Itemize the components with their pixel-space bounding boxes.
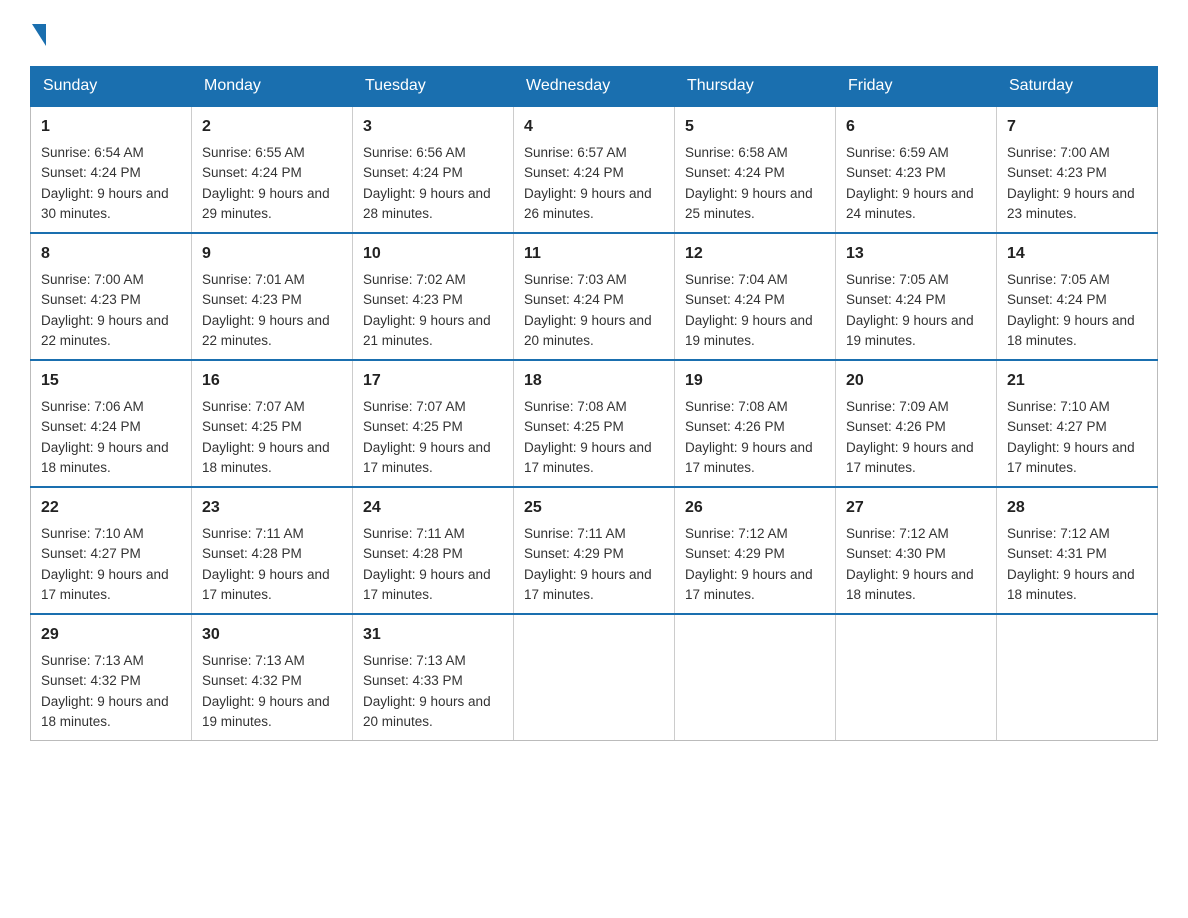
calendar-cell: 21Sunrise: 7:10 AMSunset: 4:27 PMDayligh… [997,360,1158,487]
day-number: 3 [363,115,503,139]
day-number: 20 [846,369,986,393]
day-number: 16 [202,369,342,393]
logo [30,20,46,46]
page-header [30,20,1158,46]
calendar-cell: 7Sunrise: 7:00 AMSunset: 4:23 PMDaylight… [997,106,1158,233]
calendar-cell: 20Sunrise: 7:09 AMSunset: 4:26 PMDayligh… [836,360,997,487]
calendar-week-row: 22Sunrise: 7:10 AMSunset: 4:27 PMDayligh… [31,487,1158,614]
day-number: 1 [41,115,181,139]
logo-arrow-icon [32,24,46,46]
calendar-cell: 12Sunrise: 7:04 AMSunset: 4:24 PMDayligh… [675,233,836,360]
calendar-cell [514,614,675,741]
calendar-week-row: 15Sunrise: 7:06 AMSunset: 4:24 PMDayligh… [31,360,1158,487]
calendar-cell: 30Sunrise: 7:13 AMSunset: 4:32 PMDayligh… [192,614,353,741]
calendar-cell: 29Sunrise: 7:13 AMSunset: 4:32 PMDayligh… [31,614,192,741]
day-number: 7 [1007,115,1147,139]
calendar-cell: 5Sunrise: 6:58 AMSunset: 4:24 PMDaylight… [675,106,836,233]
header-wednesday: Wednesday [514,67,675,107]
calendar-cell [675,614,836,741]
calendar-cell: 24Sunrise: 7:11 AMSunset: 4:28 PMDayligh… [353,487,514,614]
day-number: 25 [524,496,664,520]
calendar-cell: 25Sunrise: 7:11 AMSunset: 4:29 PMDayligh… [514,487,675,614]
header-saturday: Saturday [997,67,1158,107]
day-number: 19 [685,369,825,393]
calendar-cell: 14Sunrise: 7:05 AMSunset: 4:24 PMDayligh… [997,233,1158,360]
calendar-week-row: 8Sunrise: 7:00 AMSunset: 4:23 PMDaylight… [31,233,1158,360]
day-number: 9 [202,242,342,266]
day-number: 15 [41,369,181,393]
calendar-cell: 1Sunrise: 6:54 AMSunset: 4:24 PMDaylight… [31,106,192,233]
calendar-cell: 26Sunrise: 7:12 AMSunset: 4:29 PMDayligh… [675,487,836,614]
day-number: 27 [846,496,986,520]
day-number: 11 [524,242,664,266]
calendar-cell: 23Sunrise: 7:11 AMSunset: 4:28 PMDayligh… [192,487,353,614]
calendar-cell: 11Sunrise: 7:03 AMSunset: 4:24 PMDayligh… [514,233,675,360]
day-number: 18 [524,369,664,393]
calendar-table: SundayMondayTuesdayWednesdayThursdayFrid… [30,66,1158,741]
calendar-cell: 27Sunrise: 7:12 AMSunset: 4:30 PMDayligh… [836,487,997,614]
calendar-cell: 13Sunrise: 7:05 AMSunset: 4:24 PMDayligh… [836,233,997,360]
calendar-cell: 3Sunrise: 6:56 AMSunset: 4:24 PMDaylight… [353,106,514,233]
calendar-cell [836,614,997,741]
calendar-week-row: 1Sunrise: 6:54 AMSunset: 4:24 PMDaylight… [31,106,1158,233]
calendar-cell: 8Sunrise: 7:00 AMSunset: 4:23 PMDaylight… [31,233,192,360]
calendar-week-row: 29Sunrise: 7:13 AMSunset: 4:32 PMDayligh… [31,614,1158,741]
day-number: 28 [1007,496,1147,520]
calendar-cell: 9Sunrise: 7:01 AMSunset: 4:23 PMDaylight… [192,233,353,360]
header-sunday: Sunday [31,67,192,107]
calendar-cell: 18Sunrise: 7:08 AMSunset: 4:25 PMDayligh… [514,360,675,487]
header-tuesday: Tuesday [353,67,514,107]
day-number: 10 [363,242,503,266]
day-number: 31 [363,623,503,647]
calendar-cell: 6Sunrise: 6:59 AMSunset: 4:23 PMDaylight… [836,106,997,233]
calendar-cell: 4Sunrise: 6:57 AMSunset: 4:24 PMDaylight… [514,106,675,233]
calendar-cell: 16Sunrise: 7:07 AMSunset: 4:25 PMDayligh… [192,360,353,487]
calendar-cell: 22Sunrise: 7:10 AMSunset: 4:27 PMDayligh… [31,487,192,614]
day-number: 24 [363,496,503,520]
day-number: 4 [524,115,664,139]
header-thursday: Thursday [675,67,836,107]
day-number: 8 [41,242,181,266]
day-number: 29 [41,623,181,647]
header-friday: Friday [836,67,997,107]
day-number: 23 [202,496,342,520]
day-number: 2 [202,115,342,139]
day-number: 6 [846,115,986,139]
day-number: 12 [685,242,825,266]
day-number: 13 [846,242,986,266]
calendar-cell: 10Sunrise: 7:02 AMSunset: 4:23 PMDayligh… [353,233,514,360]
day-number: 30 [202,623,342,647]
calendar-cell: 2Sunrise: 6:55 AMSunset: 4:24 PMDaylight… [192,106,353,233]
header-monday: Monday [192,67,353,107]
day-number: 26 [685,496,825,520]
calendar-header-row: SundayMondayTuesdayWednesdayThursdayFrid… [31,67,1158,107]
day-number: 21 [1007,369,1147,393]
day-number: 22 [41,496,181,520]
day-number: 5 [685,115,825,139]
calendar-cell: 15Sunrise: 7:06 AMSunset: 4:24 PMDayligh… [31,360,192,487]
calendar-cell [997,614,1158,741]
calendar-cell: 28Sunrise: 7:12 AMSunset: 4:31 PMDayligh… [997,487,1158,614]
day-number: 17 [363,369,503,393]
calendar-cell: 19Sunrise: 7:08 AMSunset: 4:26 PMDayligh… [675,360,836,487]
calendar-cell: 17Sunrise: 7:07 AMSunset: 4:25 PMDayligh… [353,360,514,487]
calendar-cell: 31Sunrise: 7:13 AMSunset: 4:33 PMDayligh… [353,614,514,741]
day-number: 14 [1007,242,1147,266]
